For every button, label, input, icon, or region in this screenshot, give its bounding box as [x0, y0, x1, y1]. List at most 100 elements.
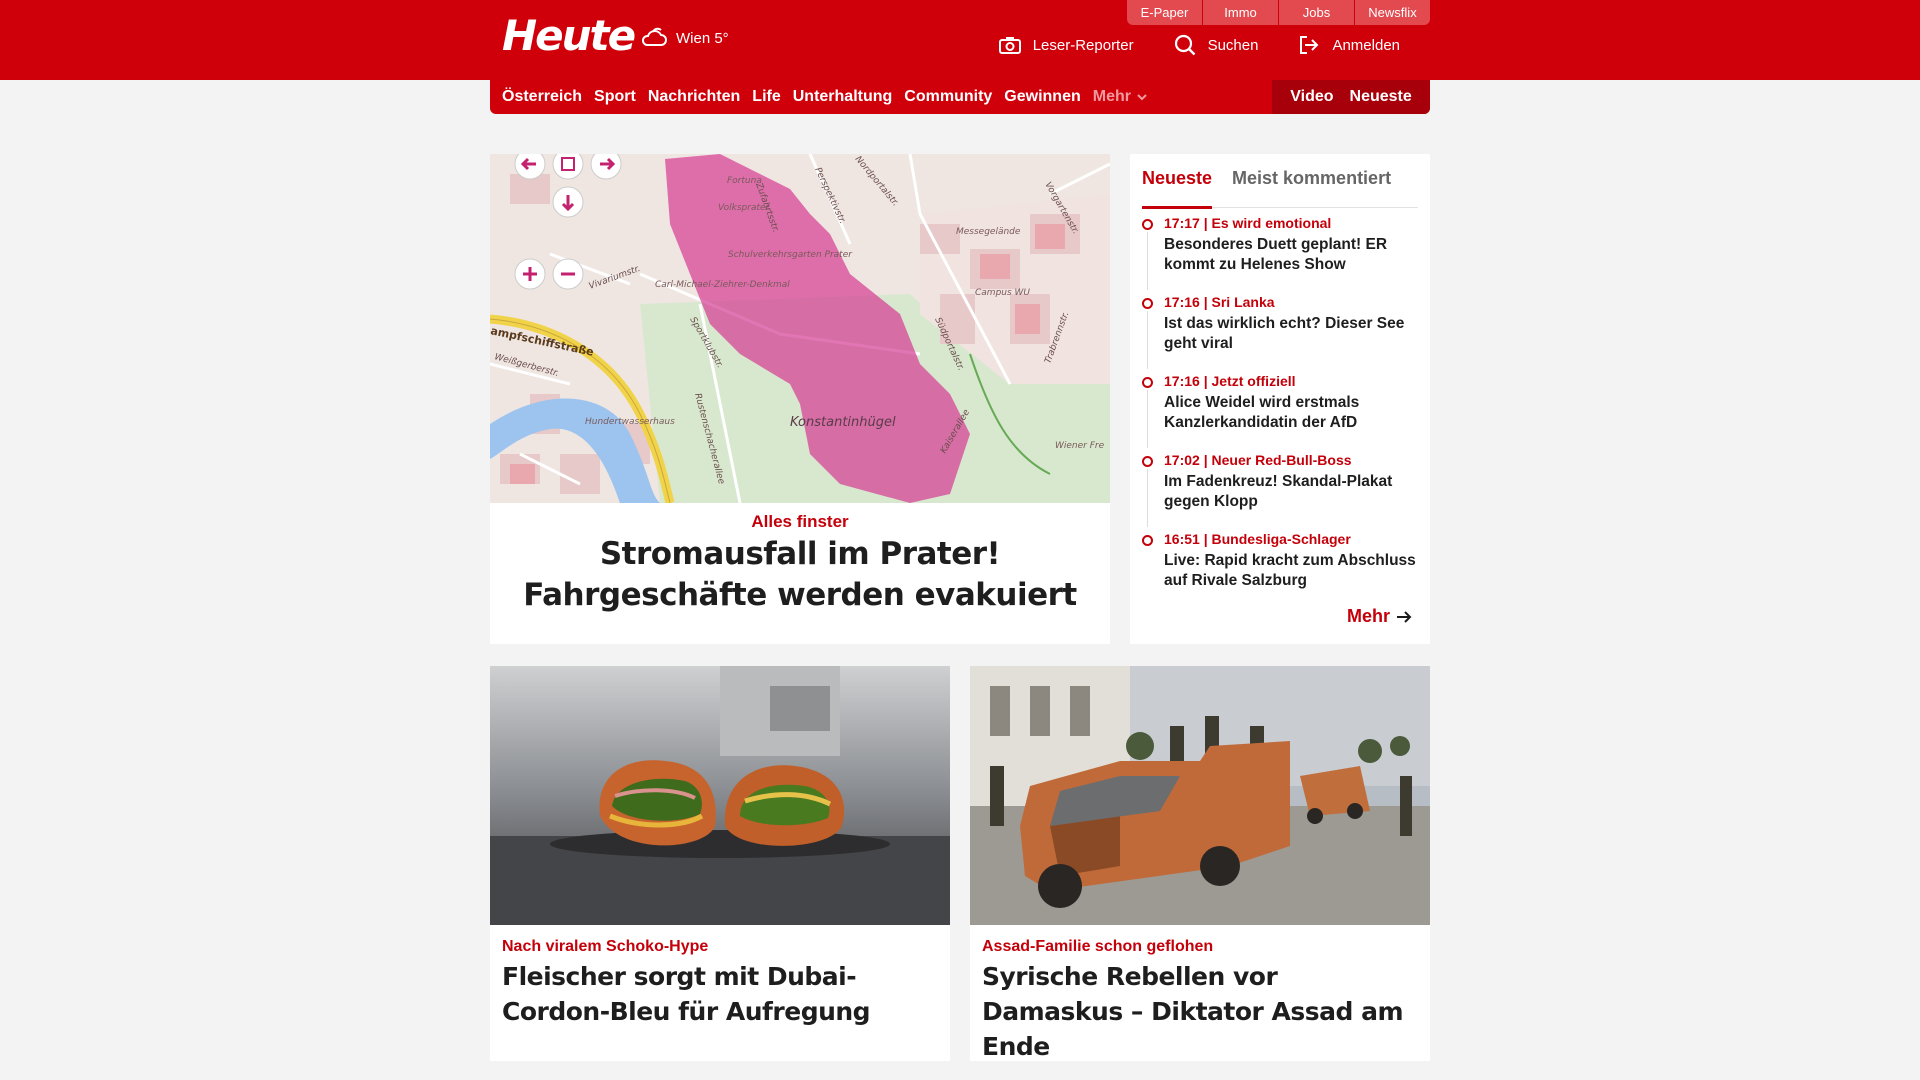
top-story-headline[interactable]: Stromausfall im Prater! Fahrgeschäfte we…	[500, 534, 1100, 616]
nav-item-oesterreich[interactable]: Österreich	[502, 88, 582, 106]
search-button[interactable]: Suchen	[1174, 34, 1259, 56]
map-label-ziehrer: Carl-Michael-Ziehrer-Denkmal	[655, 280, 790, 290]
service-link-jobs[interactable]: Jobs	[1279, 0, 1354, 25]
feed-time: 16:51	[1164, 531, 1200, 547]
feed-meta: 17:02 | Neuer Red-Bull-Boss	[1164, 452, 1352, 468]
timeline-dot-icon	[1142, 456, 1153, 467]
timeline-dot-icon	[1142, 219, 1153, 230]
weather-text: Wien 5°	[676, 29, 729, 47]
nav-item-unterhaltung[interactable]: Unterhaltung	[793, 88, 893, 106]
nav-item-nachrichten[interactable]: Nachrichten	[648, 88, 740, 106]
nav-item-neueste[interactable]: Neueste	[1350, 88, 1412, 106]
camera-icon	[998, 37, 1021, 54]
feed-meta: 17:17 | Es wird emotional	[1164, 215, 1332, 231]
feed-title[interactable]: Im Fadenkreuz! Skandal-Plakat gegen Klop…	[1164, 472, 1422, 512]
timeline-dot-icon	[1142, 535, 1153, 546]
nav-item-video[interactable]: Video	[1290, 88, 1333, 106]
timeline-line	[1147, 232, 1148, 290]
map-label-hundertwasser: Hundertwasserhaus	[585, 417, 675, 427]
tab-neueste[interactable]: Neueste	[1142, 162, 1213, 209]
logout-icon	[1300, 36, 1319, 54]
feed-time: 17:16	[1164, 294, 1200, 310]
timeline-dot-icon	[1142, 377, 1153, 388]
article-card-cordon-bleu[interactable]: Nach viralem Schoko-Hype Fleischer sorgt…	[490, 666, 950, 1061]
top-story-map-image: Fortuna Volksprater Schulverkehrsgarten …	[490, 154, 1110, 503]
article-image-food	[490, 666, 950, 925]
site-logo[interactable]: Heute	[502, 12, 636, 60]
map-pan-left-button[interactable]	[514, 154, 546, 180]
feed-time: 17:02	[1164, 452, 1200, 468]
article-card-syria[interactable]: Assad-Familie schon geflohen Syrische Re…	[970, 666, 1430, 1061]
feed-meta: 16:51 | Bundesliga-Schlager	[1164, 531, 1351, 547]
site-header: Heute Wien 5° E-Paper Immo Jobs Newsflix…	[0, 0, 1920, 80]
top-story-kicker: Alles finster	[751, 512, 849, 531]
map-pan-down-button[interactable]	[552, 186, 584, 218]
nav-item-sport[interactable]: Sport	[594, 88, 636, 106]
arrow-right-icon	[1397, 610, 1412, 623]
timeline-line	[1147, 469, 1148, 527]
nav-item-community[interactable]: Community	[904, 88, 992, 106]
map-label-konstantin: Konstantinhügel	[790, 415, 896, 430]
list-item[interactable]: 17:02 | Neuer Red-Bull-Boss Im Fadenkreu…	[1142, 451, 1422, 530]
nav-more-dropdown[interactable]: Mehr	[1093, 88, 1149, 106]
timeline-dot-icon	[1142, 298, 1153, 309]
service-link-immo[interactable]: Immo	[1203, 0, 1278, 25]
list-item[interactable]: 16:51 | Bundesliga-Schlager Live: Rapid …	[1142, 530, 1422, 609]
article-headline[interactable]: Fleischer sorgt mit Dubai-Cordon-Bleu fü…	[502, 959, 942, 1029]
nav-item-gewinnen[interactable]: Gewinnen	[1004, 88, 1080, 106]
reporter-button[interactable]: Leser-Reporter	[998, 36, 1134, 54]
nav-item-life[interactable]: Life	[752, 88, 780, 106]
list-item[interactable]: 17:16 | Sri Lanka Ist das wirklich echt?…	[1142, 293, 1422, 372]
map-label-verkehrsgarten: Schulverkehrsgarten Prater	[728, 250, 853, 260]
login-label: Anmelden	[1332, 36, 1400, 54]
search-label: Suchen	[1207, 36, 1259, 54]
weather-widget[interactable]: Wien 5°	[638, 26, 729, 50]
service-link-newsflix[interactable]: Newsflix	[1355, 0, 1430, 25]
feed-title[interactable]: Besonderes Duett geplant! ER kommt zu He…	[1164, 235, 1422, 275]
article-image-rebels	[970, 666, 1430, 925]
weather-cloud-icon	[641, 27, 667, 46]
reporter-label: Leser-Reporter	[1032, 36, 1134, 54]
list-item[interactable]: 17:17 | Es wird emotional Besonderes Due…	[1142, 214, 1422, 293]
feed-tag: Bundesliga-Schlager	[1211, 531, 1351, 547]
map-label-messe: Messegelände	[956, 227, 1021, 237]
feed-time: 17:16	[1164, 373, 1200, 389]
tab-meist-kommentiert[interactable]: Meist kommentiert	[1232, 162, 1391, 208]
nav-items: Österreich Sport Nachrichten Life Unterh…	[502, 80, 1161, 114]
nav-right: Video Neueste	[1272, 80, 1430, 114]
chevron-down-icon	[1137, 94, 1147, 101]
news-feed: 17:17 | Es wird emotional Besonderes Due…	[1142, 214, 1422, 609]
feed-time: 17:17	[1164, 215, 1200, 231]
sidebar-tabs: Neueste Meist kommentiert	[1142, 162, 1418, 209]
list-item[interactable]: 17:16 | Jetzt offiziell Alice Weidel wir…	[1142, 372, 1422, 451]
map-label-wiener: Wiener Fre	[1055, 441, 1105, 451]
header-inner: Heute Wien 5° E-Paper Immo Jobs Newsflix…	[490, 0, 1430, 80]
main-nav: Österreich Sport Nachrichten Life Unterh…	[490, 80, 1430, 114]
feed-title[interactable]: Ist das wirklich echt? Dieser See geht v…	[1164, 314, 1422, 354]
latest-news-sidebar: Neueste Meist kommentiert 17:17 | Es wir…	[1130, 154, 1430, 644]
timeline-line	[1147, 390, 1148, 448]
search-icon	[1174, 34, 1195, 56]
feed-tag: Jetzt offiziell	[1211, 373, 1296, 389]
nav-more-label: Mehr	[1092, 88, 1131, 105]
feed-meta: 17:16 | Sri Lanka	[1164, 294, 1275, 310]
login-button[interactable]: Anmelden	[1298, 35, 1400, 55]
feed-meta: 17:16 | Jetzt offiziell	[1164, 373, 1296, 389]
map-zoom-out-button[interactable]	[552, 258, 584, 290]
feed-tag: Neuer Red-Bull-Boss	[1211, 452, 1352, 468]
feed-title[interactable]: Live: Rapid kracht zum Abschluss auf Riv…	[1164, 551, 1422, 591]
sidebar-more-link[interactable]: Mehr	[1347, 606, 1412, 627]
feed-tag: Sri Lanka	[1211, 294, 1275, 310]
service-link-epaper[interactable]: E-Paper	[1127, 0, 1202, 25]
top-story[interactable]: Fortuna Volksprater Schulverkehrsgarten …	[490, 154, 1110, 644]
article-kicker: Nach viralem Schoko-Hype	[502, 938, 709, 955]
map-zoom-in-button[interactable]	[514, 258, 546, 290]
feed-tag: Es wird emotional	[1211, 215, 1332, 231]
timeline-line	[1147, 311, 1148, 369]
map-center-button[interactable]	[552, 154, 584, 180]
header-tools: Leser-Reporter Suchen Anmelden	[959, 34, 1400, 56]
map-pan-right-button[interactable]	[590, 154, 622, 180]
feed-title[interactable]: Alice Weidel wird erstmals Kanzlerkandid…	[1164, 393, 1422, 433]
article-headline[interactable]: Syrische Rebellen vor Damaskus – Diktato…	[982, 959, 1422, 1064]
service-links: E-Paper Immo Jobs Newsflix	[1126, 0, 1430, 25]
